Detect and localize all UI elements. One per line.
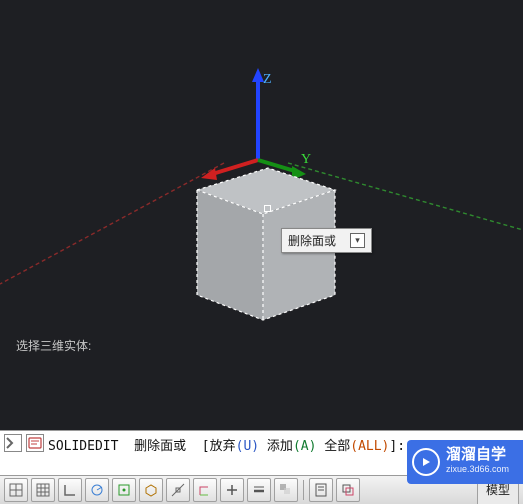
command-recent-icon[interactable] (26, 434, 44, 452)
selection-cycling-button[interactable] (336, 478, 360, 502)
quick-properties-button[interactable] (309, 478, 333, 502)
viewport-scene: Z Y (0, 0, 523, 430)
pick-cursor (264, 205, 271, 212)
command-remove-label: 删除面或 (134, 439, 186, 454)
toolbar-divider (303, 480, 304, 500)
command-prompt-icon[interactable] (4, 434, 22, 452)
opt-add-label[interactable]: 添加 (259, 439, 293, 454)
opt-giveup-label[interactable]: 放弃 (210, 439, 236, 454)
grid-toggle-button[interactable] (31, 478, 55, 502)
lineweight-toggle-button[interactable] (247, 478, 271, 502)
svg-text:Z: Z (263, 72, 272, 87)
ortho-toggle-button[interactable] (58, 478, 82, 502)
svg-text:Y: Y (301, 152, 311, 167)
viewport[interactable]: Z Y 删除面或 ▾ 选择三维实体: (0, 0, 523, 430)
command-left-icons (0, 431, 48, 455)
dyn-toggle-button[interactable] (220, 478, 244, 502)
watermark-sub: zixue.3d66.com (446, 462, 509, 476)
opt-add-key[interactable]: (A) (293, 439, 316, 454)
solidedit-tooltip: 删除面或 ▾ (281, 228, 372, 253)
command-name: SOLIDEDIT (48, 439, 118, 454)
dropdown-icon[interactable]: ▾ (350, 233, 365, 248)
opt-giveup-key[interactable]: (U) (236, 439, 259, 454)
otrack-toggle-button[interactable] (166, 478, 190, 502)
snap-toggle-button[interactable] (4, 478, 28, 502)
tooltip-label: 删除面或 (288, 232, 336, 249)
polar-toggle-button[interactable] (85, 478, 109, 502)
opt-all-key[interactable]: (ALL) (350, 439, 389, 454)
prompt-history: 选择三维实体: (12, 336, 95, 355)
3d-osnap-toggle-button[interactable] (139, 478, 163, 502)
watermark-main: 溜溜自学 (446, 448, 509, 462)
transparency-toggle-button[interactable] (274, 478, 298, 502)
watermark-overlay: 溜溜自学 zixue.3d66.com (407, 440, 523, 484)
osnap-toggle-button[interactable] (112, 478, 136, 502)
opt-all-label[interactable]: 全部 (316, 439, 350, 454)
ducs-toggle-button[interactable] (193, 478, 217, 502)
watermark-play-icon (412, 448, 440, 476)
command-text[interactable]: SOLIDEDIT 删除面或 [放弃(U) 添加(A) 全部(ALL)]: (48, 431, 405, 454)
